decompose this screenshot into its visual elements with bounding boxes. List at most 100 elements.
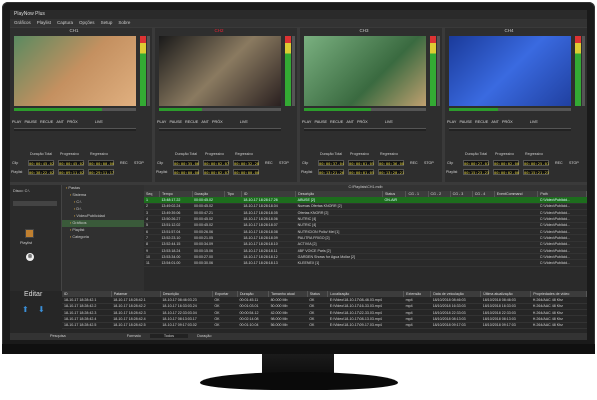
total-duration-label: Duração Total (465, 152, 488, 156)
pause-button[interactable]: PAUSE (459, 120, 472, 126)
clock-icon[interactable]: ⊗ (26, 253, 34, 261)
playlist-regressive: 00:15:21.23 (523, 169, 550, 175)
table-row[interactable]: 18-10-17 18:28:42.5 18-10-17 18:28:42.5 18… (62, 322, 587, 330)
clip-duration: 00:00:45.02 (28, 160, 55, 166)
play-button[interactable]: PLAY (302, 120, 311, 126)
menu-item[interactable]: Captura (57, 19, 73, 27)
recue-button[interactable]: RECUE (185, 120, 198, 126)
footer-bar: Pesquisa Formato Todos Duração (10, 333, 587, 340)
menu-item[interactable]: Opções (79, 19, 95, 27)
clip-label: Clip (302, 161, 309, 165)
playlist-table: Seq Tempo Duração Tipo ID Descrição Status CG -… (144, 191, 587, 267)
stop-button[interactable]: STOP (569, 161, 579, 165)
channel-label: CH2 (214, 28, 224, 33)
next-button[interactable]: PRÓX (357, 120, 368, 126)
folder-tree: ▪ Pastas ▪ Sistema ▪ C:\ ▪ D:\ ▪ Vídeo/Publi… (62, 185, 144, 291)
playlist-label: Playlist (446, 170, 458, 174)
rec-button[interactable]: REC (120, 161, 128, 165)
play-button[interactable]: PLAY (12, 120, 21, 126)
play-button[interactable]: PLAY (157, 120, 166, 126)
playlist-label: Playlist (20, 241, 33, 245)
position-slider[interactable] (449, 128, 571, 131)
tree-item-label: Playlist (72, 228, 85, 232)
arrow-down-icon[interactable]: ⬇ (38, 305, 45, 314)
position-slider[interactable] (304, 128, 426, 131)
tree-item[interactable]: ▪ Categoria (62, 234, 144, 241)
prev-button[interactable]: ANT (56, 120, 64, 126)
live-button[interactable]: LIVE (95, 120, 103, 126)
live-button[interactable]: LIVE (385, 120, 393, 126)
pause-button[interactable]: PAUSE (314, 120, 327, 126)
format-label: Formato (126, 334, 141, 338)
format-select[interactable]: Todos (149, 334, 189, 338)
audio-meter (430, 36, 436, 106)
timer-panel: Duração Total Progressivo Regressivo Cli… (300, 150, 442, 182)
menu-item[interactable]: Gráficos (14, 19, 31, 27)
total-duration-label: Duração Total (175, 152, 198, 156)
stop-button[interactable]: STOP (134, 161, 144, 165)
clip-label: Clip (157, 161, 164, 165)
tree-item[interactable]: ▪ Sistema (62, 192, 144, 199)
progressive-label: Progressivo (350, 152, 369, 156)
rec-button[interactable]: REC (555, 161, 563, 165)
clip-progressive: 00:00:02.07 (203, 160, 230, 166)
menu-item[interactable]: Playlist (37, 19, 51, 27)
prev-button[interactable]: ANT (491, 120, 499, 126)
menu-item[interactable]: Sobre (118, 19, 130, 27)
next-button[interactable]: PRÓX (67, 120, 78, 126)
progress-bar (449, 108, 571, 111)
pause-button[interactable]: PAUSE (24, 120, 37, 126)
tree-item[interactable]: ▪ C:\ (62, 199, 144, 206)
tree-item-label: C:\ (76, 200, 82, 204)
clip-regressive: 00:00:36.08 (378, 160, 405, 166)
table-cell: 00:01:10.04 (237, 322, 269, 330)
live-button[interactable]: LIVE (530, 120, 538, 126)
play-button[interactable]: PLAY (447, 120, 456, 126)
tree-item[interactable]: ▪ D:\ (62, 206, 144, 213)
stop-button[interactable]: STOP (424, 161, 434, 165)
arrow-up-icon[interactable]: ⬆ (22, 305, 29, 314)
tree-item[interactable]: ▪ Playlist (62, 227, 144, 234)
menu-item[interactable]: Setup (101, 19, 113, 27)
tree-item[interactable]: ▪ Gráficos (62, 220, 144, 227)
tree-item[interactable]: ▪ Vídeo/Publicidad (62, 213, 144, 220)
tree-item[interactable]: ▪ Pastas (62, 185, 144, 192)
playlist-grid: C:\Playlists\CH1.mdb Seq Tempo Duração Tipo… (144, 185, 587, 291)
playlist-duration: 00:13:21.26 (318, 169, 345, 175)
stop-button[interactable]: STOP (279, 161, 289, 165)
total-duration-label: Duração Total (30, 152, 53, 156)
table-cell: OK (307, 322, 328, 330)
table-row[interactable]: 11 13:54:01.00 00:00:30.06 18-10-17 18:28:1… (144, 259, 587, 267)
audio-meter (140, 36, 146, 106)
video-preview (159, 36, 281, 106)
clip-label: Clip (12, 161, 19, 165)
transport-controls: PLAY PAUSE RECUE ANT PRÓX LIVE (157, 120, 295, 126)
next-button[interactable]: PRÓX (502, 120, 513, 126)
progress-bar (304, 108, 426, 111)
recue-button[interactable]: RECUE (475, 120, 488, 126)
audio-meter-right (437, 36, 440, 106)
monitor-stand-base (200, 372, 398, 390)
pause-button[interactable]: PAUSE (169, 120, 182, 126)
drive-select[interactable] (13, 201, 57, 206)
position-slider[interactable] (14, 128, 136, 131)
table-cell: 18-10-17 18:28:42.5 (111, 322, 161, 330)
rec-button[interactable]: REC (410, 161, 418, 165)
next-button[interactable]: PRÓX (212, 120, 223, 126)
live-button[interactable]: LIVE (240, 120, 248, 126)
drive-label: Disco: C:\ (13, 189, 30, 193)
rec-button[interactable]: REC (265, 161, 273, 165)
folder-icon[interactable] (25, 229, 34, 238)
channel-label: CH4 (504, 28, 514, 33)
regressive-label: Regressivo (90, 152, 108, 156)
recue-button[interactable]: RECUE (330, 120, 343, 126)
table-cell (450, 259, 473, 267)
prev-button[interactable]: ANT (201, 120, 209, 126)
channel-label: CH1 (69, 28, 79, 33)
clip-progressive: 00:00:01.05 (348, 160, 375, 166)
transport-controls: PLAY PAUSE RECUE ANT PRÓX LIVE (447, 120, 585, 126)
prev-button[interactable]: ANT (346, 120, 354, 126)
recue-button[interactable]: RECUE (40, 120, 53, 126)
position-slider[interactable] (159, 128, 281, 131)
playlist-label: Playlist (301, 170, 313, 174)
